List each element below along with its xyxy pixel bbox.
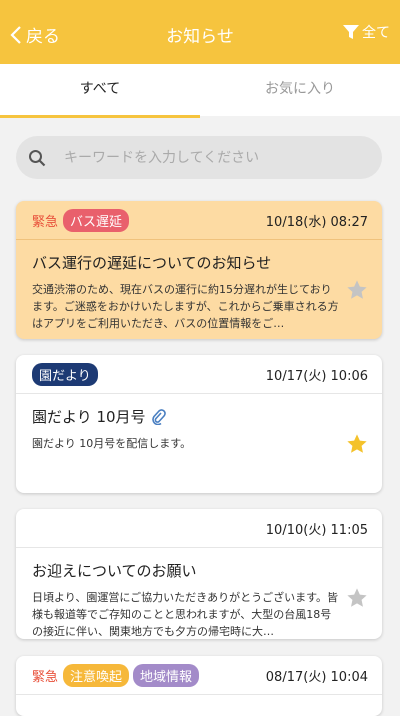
urgent-label: 緊急: [32, 669, 59, 685]
search-input[interactable]: [62, 148, 356, 167]
notice-title: バス運行の遅延についてのお知らせ: [32, 252, 366, 273]
notice-date: 10/18(水) 08:27: [265, 214, 368, 230]
notice-title: お迎えについてのお願い: [32, 560, 366, 581]
notice-card-bus-delay[interactable]: 緊急 バス遅延 10/18(水) 08:27 バス運行の遅延についてのお知らせ …: [16, 201, 382, 339]
notice-card-newsletter[interactable]: 園だより 10/17(火) 10:06 園だより 10月号 園だより 10月号を…: [16, 355, 382, 493]
notice-date: 10/10(火) 11:05: [265, 522, 368, 538]
star-filled-icon[interactable]: [346, 433, 368, 455]
filter-button[interactable]: 全て: [343, 22, 390, 42]
notice-date: 10/17(火) 10:06: [265, 368, 368, 384]
tab-bar: すべて お気に入り: [0, 64, 400, 118]
notice-header: 園だより 10/17(火) 10:06: [16, 355, 382, 394]
search-bar: [16, 136, 382, 179]
filter-icon: [343, 25, 359, 39]
notice-title: 園だより 10月号: [32, 406, 366, 427]
notice-text: 園だより 10月号を配信します。: [32, 437, 192, 450]
notice-body: バス運行の遅延についてのお知らせ 交通渋滞のため、現在バスの運行に約15分遅れが…: [16, 240, 382, 332]
star-outline-icon[interactable]: [346, 279, 368, 301]
notice-text: 交通渋滞のため、現在バスの運行に約15分遅れが生じております。ご迷惑をおかけいた…: [32, 283, 339, 330]
notice-header: 緊急 注意喚起 地域情報 08/17(火) 10:04: [16, 656, 382, 695]
notice-body: お迎えについてのお願い 日頃より、園運営にご協力いただきありがとうございます。皆…: [16, 548, 382, 639]
search-icon: [29, 149, 46, 166]
notice-body: 園だより 10月号 園だより 10月号を配信します。: [16, 394, 382, 455]
tab-all[interactable]: すべて: [0, 64, 200, 118]
tag-local-info: 地域情報: [133, 663, 200, 687]
page-title: お知らせ: [166, 27, 234, 47]
notice-header: 10/10(火) 11:05: [16, 509, 382, 548]
notice-date: 08/17(火) 10:04: [265, 669, 368, 685]
tag-newsletter: 園だより: [32, 362, 98, 386]
notice-title-text: お迎えについてのお願い: [32, 562, 197, 580]
paperclip-icon: [151, 408, 166, 425]
star-outline-icon[interactable]: [346, 587, 368, 609]
notice-header: 緊急 バス遅延 10/18(水) 08:27: [16, 201, 382, 240]
app-header: 戻る お知らせ 全て: [0, 0, 400, 64]
notice-title-text: 園だより 10月号: [32, 408, 146, 426]
tag-caution: 注意喚起: [63, 663, 130, 687]
tab-favorites[interactable]: お気に入り: [200, 64, 400, 116]
notice-text: 日頃より、園運営にご協力いただきありがとうございます。皆様も報道等でご存知のこと…: [32, 591, 339, 638]
tag-bus-delay: バス遅延: [63, 208, 130, 232]
notice-title-text: バス運行の遅延についてのお知らせ: [32, 254, 272, 272]
notice-card-pickup[interactable]: 10/10(火) 11:05 お迎えについてのお願い 日頃より、園運営にご協力い…: [16, 509, 382, 639]
filter-label: 全て: [362, 25, 390, 41]
notice-card-alert[interactable]: 緊急 注意喚起 地域情報 08/17(火) 10:04: [16, 656, 382, 716]
urgent-label: 緊急: [32, 214, 59, 230]
